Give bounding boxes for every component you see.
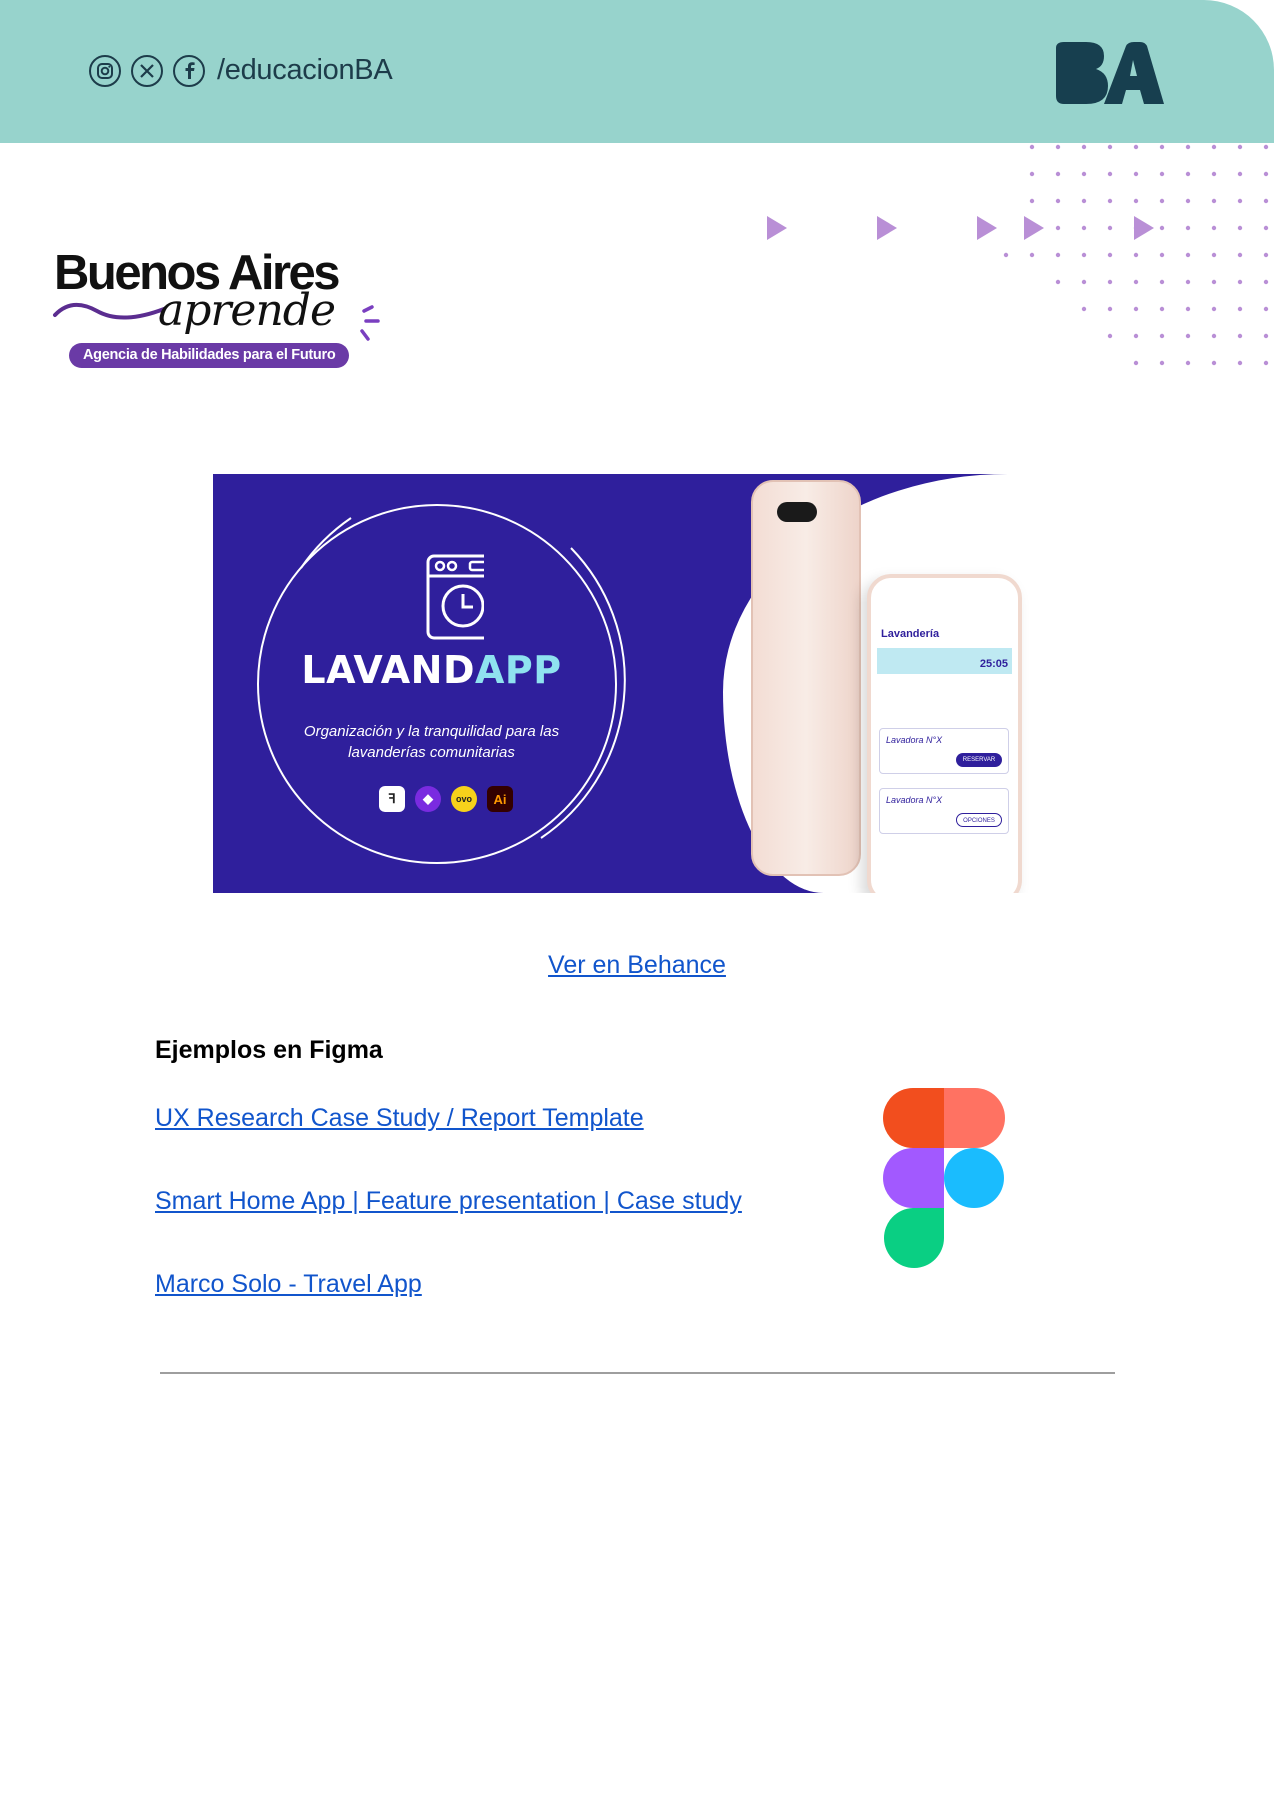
phone-card: Lavadora N°X RESERVAR — [879, 728, 1009, 774]
figma-link-row: Smart Home App | Feature presentation | … — [155, 1187, 742, 1216]
app-name-part2: APP — [475, 648, 562, 692]
arrow-icon — [877, 216, 897, 240]
camera-icon — [777, 502, 817, 522]
app-name-part1: LAVAND — [301, 648, 475, 692]
smart-home-link[interactable]: Smart Home App | Feature presentation | … — [155, 1187, 742, 1215]
illustrator-icon: Ai — [487, 786, 513, 812]
framer-icon: ◆ — [415, 786, 441, 812]
ba-logo — [1056, 42, 1164, 104]
social-handle: /educacionBA — [217, 54, 393, 86]
tool-icons: ꟻ ◆ ovo Ai — [379, 786, 513, 812]
banner-tagline: Organización y la tranquilidad para las … — [213, 721, 650, 763]
sparkle-icon — [360, 305, 380, 341]
figma-section-title: Ejemplos en Figma — [155, 1036, 383, 1064]
x-icon[interactable] — [131, 54, 163, 87]
ux-research-link[interactable]: UX Research Case Study / Report Template — [155, 1104, 644, 1132]
figma-logo-icon — [883, 1088, 1005, 1268]
arrow-icon — [1134, 216, 1154, 240]
tagline-line2: lavanderías comunitarias — [348, 744, 515, 761]
brand-script: aprende — [158, 285, 336, 336]
figma-link-row: UX Research Case Study / Report Template — [155, 1104, 644, 1133]
instagram-icon[interactable] — [89, 54, 121, 87]
phone-card: Lavadora N°X OPCIONES — [879, 788, 1009, 834]
arrow-icon — [1024, 216, 1044, 240]
header-band: /educacionBA — [0, 0, 1274, 143]
buenos-aires-aprende-logo: Buenos Aires aprende Agencia de Habilida… — [52, 245, 392, 370]
tagline-line1: Organización y la tranquilidad para las — [303, 723, 560, 740]
washing-machine-icon — [426, 554, 484, 640]
card-title: Lavadora N°X — [886, 795, 943, 805]
brand-tagline: Agencia de Habilidades para el Futuro — [69, 343, 350, 368]
lavandapp-banner[interactable]: LAVANDAPP Organización y la tranquilidad… — [213, 474, 1062, 893]
decorative-dots — [1003, 144, 1269, 366]
options-button: OPCIONES — [956, 813, 1002, 827]
horizontal-rule — [160, 1372, 1115, 1374]
arrow-icon — [767, 216, 787, 240]
figma-icon: ꟻ — [379, 786, 405, 812]
phone-timer: 25:05 — [979, 658, 1008, 670]
behance-link-row: Ver en Behance — [0, 951, 1274, 980]
social-links: /educacionBA — [89, 54, 393, 87]
facebook-icon[interactable] — [173, 54, 205, 87]
phone-back-image — [751, 480, 861, 876]
overflow-icon: ovo — [451, 786, 477, 812]
wave-icon — [53, 303, 166, 320]
app-name: LAVANDAPP — [213, 648, 650, 692]
phone-front-image: Lavandería 25:05 Lavadora N°X RESERVAR L… — [867, 574, 1022, 893]
reserve-button: RESERVAR — [956, 753, 1002, 767]
figma-link-row: Marco Solo - Travel App — [155, 1270, 422, 1299]
card-title: Lavadora N°X — [886, 735, 943, 745]
arrow-icon — [977, 216, 997, 240]
phone-title: Lavandería — [881, 628, 940, 640]
marco-solo-link[interactable]: Marco Solo - Travel App — [155, 1270, 422, 1298]
behance-link[interactable]: Ver en Behance — [548, 951, 726, 979]
